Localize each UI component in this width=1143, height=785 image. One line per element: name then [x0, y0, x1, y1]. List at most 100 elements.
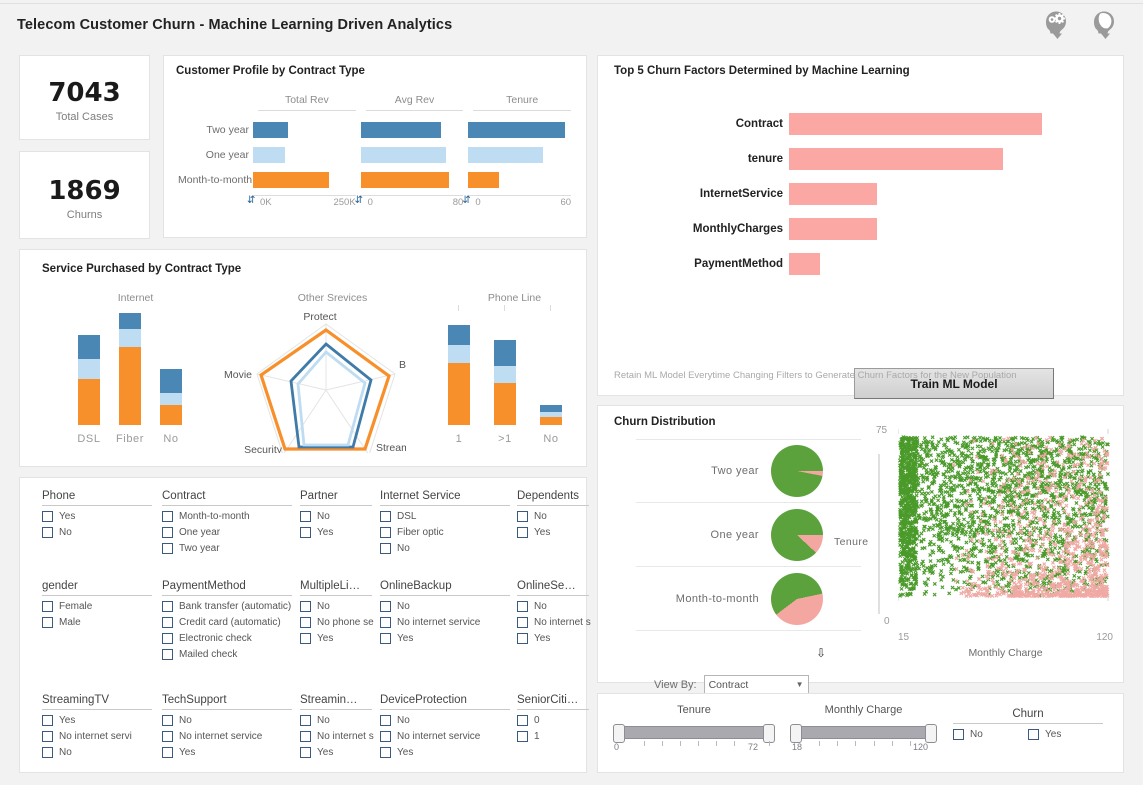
- checkbox-icon[interactable]: [300, 731, 311, 742]
- bar-avg-rev-one-year[interactable]: [361, 147, 446, 163]
- bar-tenure-one-year[interactable]: [468, 147, 543, 163]
- filter-option[interactable]: Yes: [517, 527, 589, 538]
- checkbox-icon[interactable]: [300, 601, 311, 612]
- filter-option[interactable]: No phone se: [300, 617, 372, 628]
- checkbox-icon[interactable]: [380, 747, 391, 758]
- checkbox-icon[interactable]: [517, 731, 528, 742]
- filter-option[interactable]: No: [517, 511, 589, 522]
- filter-option[interactable]: No: [380, 543, 510, 554]
- factor-bar-tenure[interactable]: [789, 148, 1003, 170]
- stacked-bar-multi-line[interactable]: [494, 340, 516, 425]
- stacked-bar-one-line[interactable]: [448, 325, 470, 425]
- filter-option[interactable]: No internet service: [380, 731, 510, 742]
- bar-tenure-month-to-month[interactable]: [468, 172, 499, 188]
- sort-icon[interactable]: ⇵: [247, 196, 255, 206]
- filter-option[interactable]: Female: [42, 601, 152, 612]
- stacked-bar-dsl[interactable]: [78, 335, 100, 425]
- filter-option[interactable]: No: [380, 601, 510, 612]
- filter-option[interactable]: Bank transfer (automatic): [162, 601, 292, 612]
- checkbox-icon[interactable]: [42, 715, 53, 726]
- checkbox-icon[interactable]: [300, 633, 311, 644]
- checkbox-icon[interactable]: [517, 633, 528, 644]
- filter-option-churn-yes[interactable]: Yes: [1028, 729, 1103, 740]
- filter-option[interactable]: No: [162, 715, 292, 726]
- bar-total-rev-month-to-month[interactable]: [253, 172, 329, 188]
- bar-avg-rev-month-to-month[interactable]: [361, 172, 449, 188]
- view-by-select[interactable]: Contract ▼: [704, 675, 809, 694]
- filter-option[interactable]: 1: [517, 731, 589, 742]
- filter-option[interactable]: Mailed check: [162, 649, 292, 660]
- bar-tenure-two-year[interactable]: [468, 122, 565, 138]
- checkbox-icon[interactable]: [380, 715, 391, 726]
- filter-option[interactable]: Yes: [300, 747, 372, 758]
- checkbox-icon[interactable]: [953, 729, 964, 740]
- filter-option[interactable]: No internet service: [380, 617, 510, 628]
- checkbox-icon[interactable]: [380, 511, 391, 522]
- pie-two-year[interactable]: [771, 445, 823, 497]
- checkbox-icon[interactable]: [162, 617, 173, 628]
- pie-one-year[interactable]: [771, 509, 823, 561]
- checkbox-icon[interactable]: [42, 527, 53, 538]
- checkbox-icon[interactable]: [42, 731, 53, 742]
- factor-bar-contract[interactable]: [789, 113, 1042, 135]
- filter-option[interactable]: 0: [517, 715, 589, 726]
- filter-option[interactable]: Two year: [162, 543, 292, 554]
- checkbox-icon[interactable]: [380, 633, 391, 644]
- factor-bar-internetservice[interactable]: [789, 183, 877, 205]
- checkbox-icon[interactable]: [42, 747, 53, 758]
- filter-option-churn-no[interactable]: No: [953, 729, 1028, 740]
- sort-down-icon[interactable]: ⇩: [816, 646, 826, 660]
- checkbox-icon[interactable]: [300, 527, 311, 538]
- filter-option[interactable]: No: [42, 747, 152, 758]
- filter-option[interactable]: Yes: [162, 747, 292, 758]
- filter-option[interactable]: Credit card (automatic): [162, 617, 292, 628]
- checkbox-icon[interactable]: [162, 543, 173, 554]
- bar-total-rev-two-year[interactable]: [253, 122, 288, 138]
- bar-avg-rev-two-year[interactable]: [361, 122, 441, 138]
- head-brain-icon[interactable]: [1087, 6, 1121, 40]
- checkbox-icon[interactable]: [162, 747, 173, 758]
- filter-option[interactable]: Male: [42, 617, 152, 628]
- filter-option[interactable]: No: [300, 601, 372, 612]
- factor-bar-monthlycharges[interactable]: [789, 218, 877, 240]
- scatter-plot-canvas[interactable]: [898, 429, 1110, 614]
- filter-option[interactable]: Yes: [517, 633, 589, 644]
- sort-icon[interactable]: ⇵: [355, 196, 363, 206]
- checkbox-icon[interactable]: [162, 527, 173, 538]
- checkbox-icon[interactable]: [162, 715, 173, 726]
- filter-option[interactable]: No internet s: [300, 731, 372, 742]
- stacked-bar-no-phone[interactable]: [540, 405, 562, 425]
- checkbox-icon[interactable]: [162, 601, 173, 612]
- checkbox-icon[interactable]: [300, 715, 311, 726]
- checkbox-icon[interactable]: [517, 617, 528, 628]
- filter-option[interactable]: Yes: [42, 511, 152, 522]
- filter-option[interactable]: Yes: [380, 747, 510, 758]
- bar-total-rev-one-year[interactable]: [253, 147, 285, 163]
- checkbox-icon[interactable]: [517, 511, 528, 522]
- filter-option[interactable]: Electronic check: [162, 633, 292, 644]
- filter-option[interactable]: No: [300, 715, 372, 726]
- checkbox-icon[interactable]: [162, 511, 173, 522]
- checkbox-icon[interactable]: [162, 633, 173, 644]
- checkbox-icon[interactable]: [380, 601, 391, 612]
- sort-icon[interactable]: ⇵: [462, 196, 470, 206]
- filter-option[interactable]: Month-to-month: [162, 511, 292, 522]
- checkbox-icon[interactable]: [1028, 729, 1039, 740]
- filter-option[interactable]: No: [42, 527, 152, 538]
- checkbox-icon[interactable]: [380, 543, 391, 554]
- filter-option[interactable]: One year: [162, 527, 292, 538]
- filter-option[interactable]: No: [380, 715, 510, 726]
- filter-option[interactable]: No internet servi: [42, 731, 152, 742]
- checkbox-icon[interactable]: [380, 527, 391, 538]
- checkbox-icon[interactable]: [300, 617, 311, 628]
- pie-month-to-month[interactable]: [771, 573, 823, 625]
- slider-track[interactable]: [791, 726, 936, 739]
- filter-option[interactable]: No: [300, 511, 372, 522]
- stacked-bar-fiber[interactable]: [119, 313, 141, 425]
- filter-option[interactable]: No: [517, 601, 589, 612]
- filter-option[interactable]: Fiber optic: [380, 527, 510, 538]
- checkbox-icon[interactable]: [300, 511, 311, 522]
- checkbox-icon[interactable]: [42, 601, 53, 612]
- stacked-bar-no[interactable]: [160, 369, 182, 425]
- head-gears-icon[interactable]: [1039, 6, 1073, 40]
